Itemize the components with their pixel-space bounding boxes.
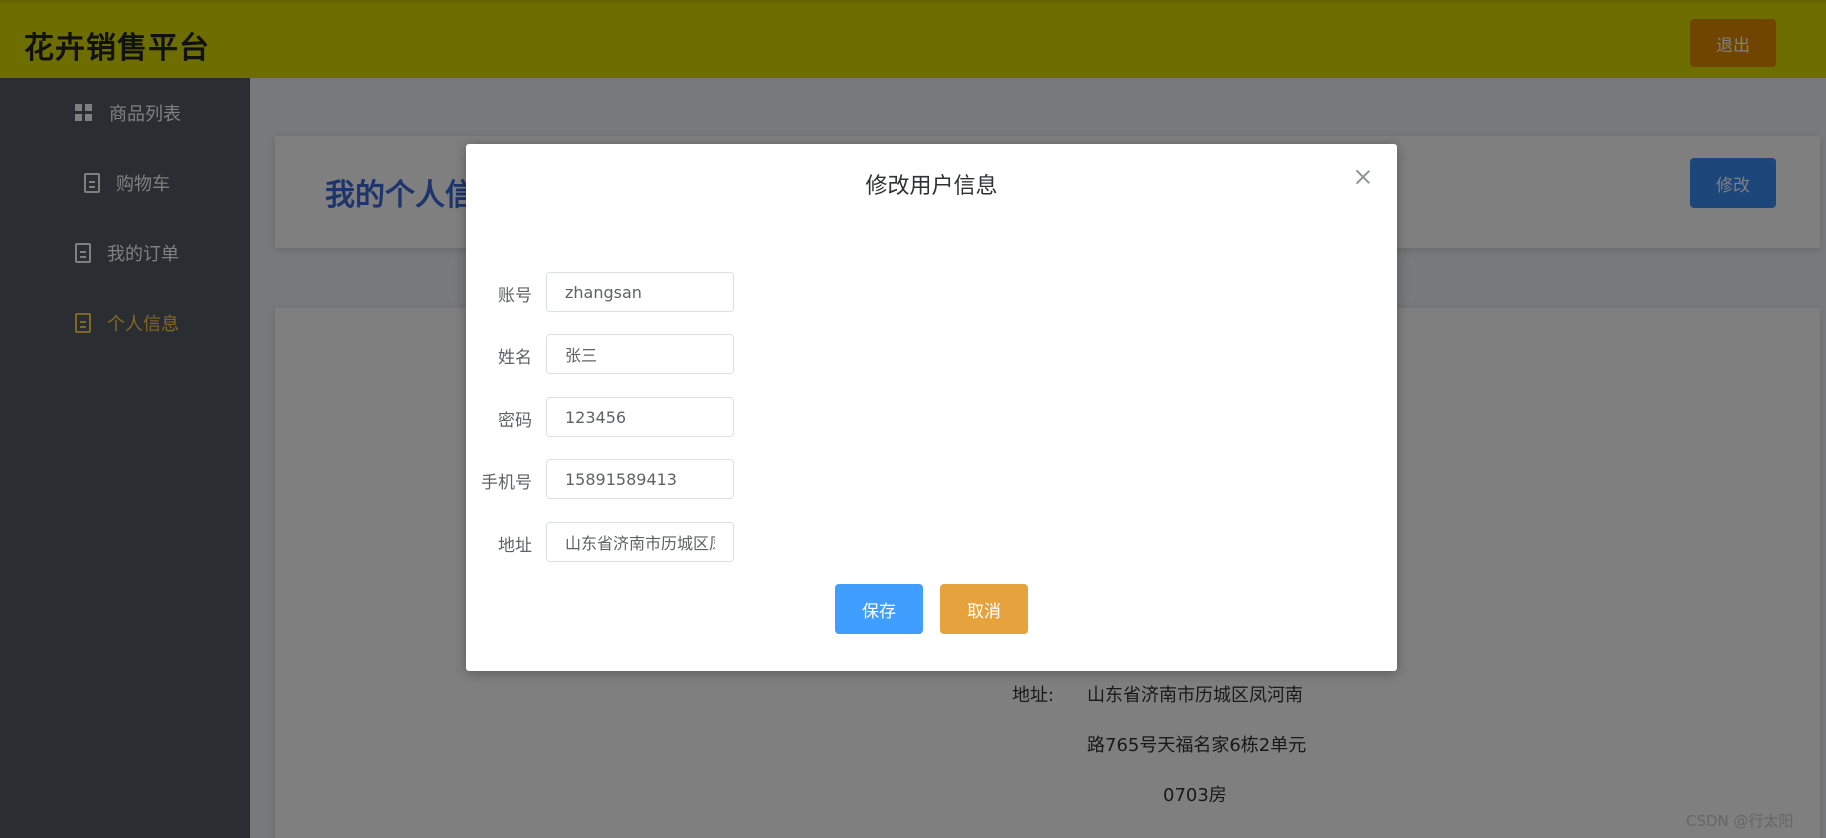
address-input[interactable] bbox=[546, 522, 734, 562]
form-row-phone: 手机号 bbox=[466, 459, 1397, 499]
password-label: 密码 bbox=[498, 411, 532, 431]
form-row-account: 账号 bbox=[466, 272, 1397, 312]
form-row-password: 密码 bbox=[466, 397, 1397, 437]
password-input[interactable] bbox=[546, 397, 734, 437]
phone-input[interactable] bbox=[546, 459, 734, 499]
account-input[interactable] bbox=[546, 272, 734, 312]
cancel-button[interactable]: 取消 bbox=[940, 584, 1028, 634]
watermark: CSDN @行太阳 bbox=[1686, 812, 1794, 830]
address-label: 地址 bbox=[498, 536, 532, 556]
save-button[interactable]: 保存 bbox=[835, 584, 923, 634]
name-label: 姓名 bbox=[498, 348, 532, 368]
name-input[interactable] bbox=[546, 334, 734, 374]
account-label: 账号 bbox=[498, 286, 532, 306]
form-row-address: 地址 bbox=[466, 522, 1397, 562]
edit-user-dialog: 修改用户信息 账号 姓名 密码 手机号 地址 保存 取消 bbox=[466, 144, 1397, 671]
close-icon[interactable] bbox=[1354, 168, 1372, 186]
dialog-title: 修改用户信息 bbox=[865, 174, 998, 199]
form-row-name: 姓名 bbox=[466, 334, 1397, 374]
phone-label: 手机号 bbox=[481, 473, 532, 493]
